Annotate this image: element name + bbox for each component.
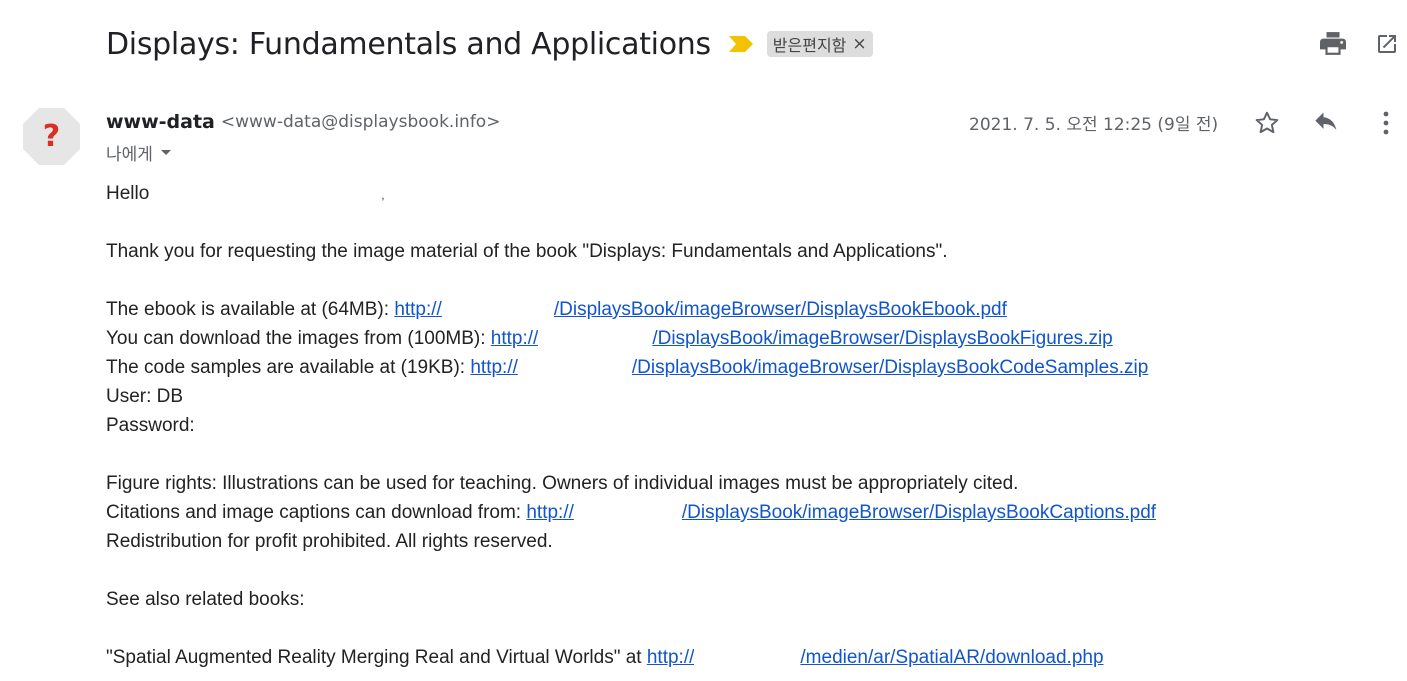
user-line: User: DB [106,386,184,407]
subject-title: Displays: Fundamentals and Applications [106,26,711,62]
images-link[interactable]: http:///DisplaysBook/imageBrowser/Displa… [491,327,1113,350]
ebook-line: The ebook is available at (64MB): http:/… [106,295,1396,324]
sender-line: www-data <www-data@displaysbook.info> [106,110,500,134]
recipient-label: 나에게 [106,145,153,165]
redistribution-line: Redistribution for profit prohibited. Al… [106,531,553,552]
inbox-label-chip: 받은편지함 × [766,31,873,57]
ebook-link[interactable]: http:///DisplaysBook/imageBrowser/Displa… [394,298,1007,321]
sender-name: www-data [106,111,215,133]
related-link[interactable]: http:///medien/ar/SpatialAR/download.php [647,646,1104,669]
code-line: The code samples are available at (19KB)… [106,353,1396,382]
thanks-line: Thank you for requesting the image mater… [106,241,948,262]
show-details-icon[interactable] [160,150,171,155]
redacted-name [149,182,382,205]
open-in-new-icon[interactable] [1373,30,1401,58]
unknown-sender-icon: ? [42,119,61,154]
greeting-comma: , [381,190,385,202]
password-line: Password: [106,415,195,436]
captions-line: Citations and image captions can downloa… [106,498,1396,527]
images-line: You can download the images from (100MB)… [106,324,1396,353]
recipient-line[interactable]: 나에게 [106,140,171,165]
rights-line: Figure rights: Illustrations can be used… [106,473,1019,494]
related-book-line: "Spatial Augmented Reality Merging Real … [106,643,1396,672]
subject-header: Displays: Fundamentals and Applications … [106,24,873,64]
reply-icon[interactable] [1312,108,1342,138]
captions-link[interactable]: http:///DisplaysBook/imageBrowser/Displa… [526,501,1156,524]
print-icon[interactable] [1319,30,1347,58]
code-prefix: The code samples are available at (19KB)… [106,357,471,378]
message-body: Hello, Thank you for requesting the imag… [106,179,1396,672]
related-prefix: "Spatial Augmented Reality Merging Real … [106,647,647,668]
greeting: Hello [106,183,150,204]
inbox-label: 받은편지함 [772,36,847,55]
message-date: 2021. 7. 5. 오전 12:25 (9일 전) [969,115,1219,135]
ebook-prefix: The ebook is available at (64MB): [106,299,395,320]
images-prefix: You can download the images from (100MB)… [106,328,491,349]
code-link[interactable]: http:///DisplaysBook/imageBrowser/Displa… [470,356,1148,379]
important-marker-icon[interactable] [728,34,755,54]
greeting-line: Hello, [106,179,1396,208]
captions-prefix: Citations and image captions can downloa… [106,502,527,523]
more-vert-icon[interactable] [1371,108,1401,138]
remove-label-button[interactable]: × [852,34,866,54]
star-icon[interactable] [1252,108,1282,138]
see-also-line: See also related books: [106,589,305,610]
sender-avatar: ? [23,108,80,165]
sender-email: <www-data@displaysbook.info> [220,112,501,132]
